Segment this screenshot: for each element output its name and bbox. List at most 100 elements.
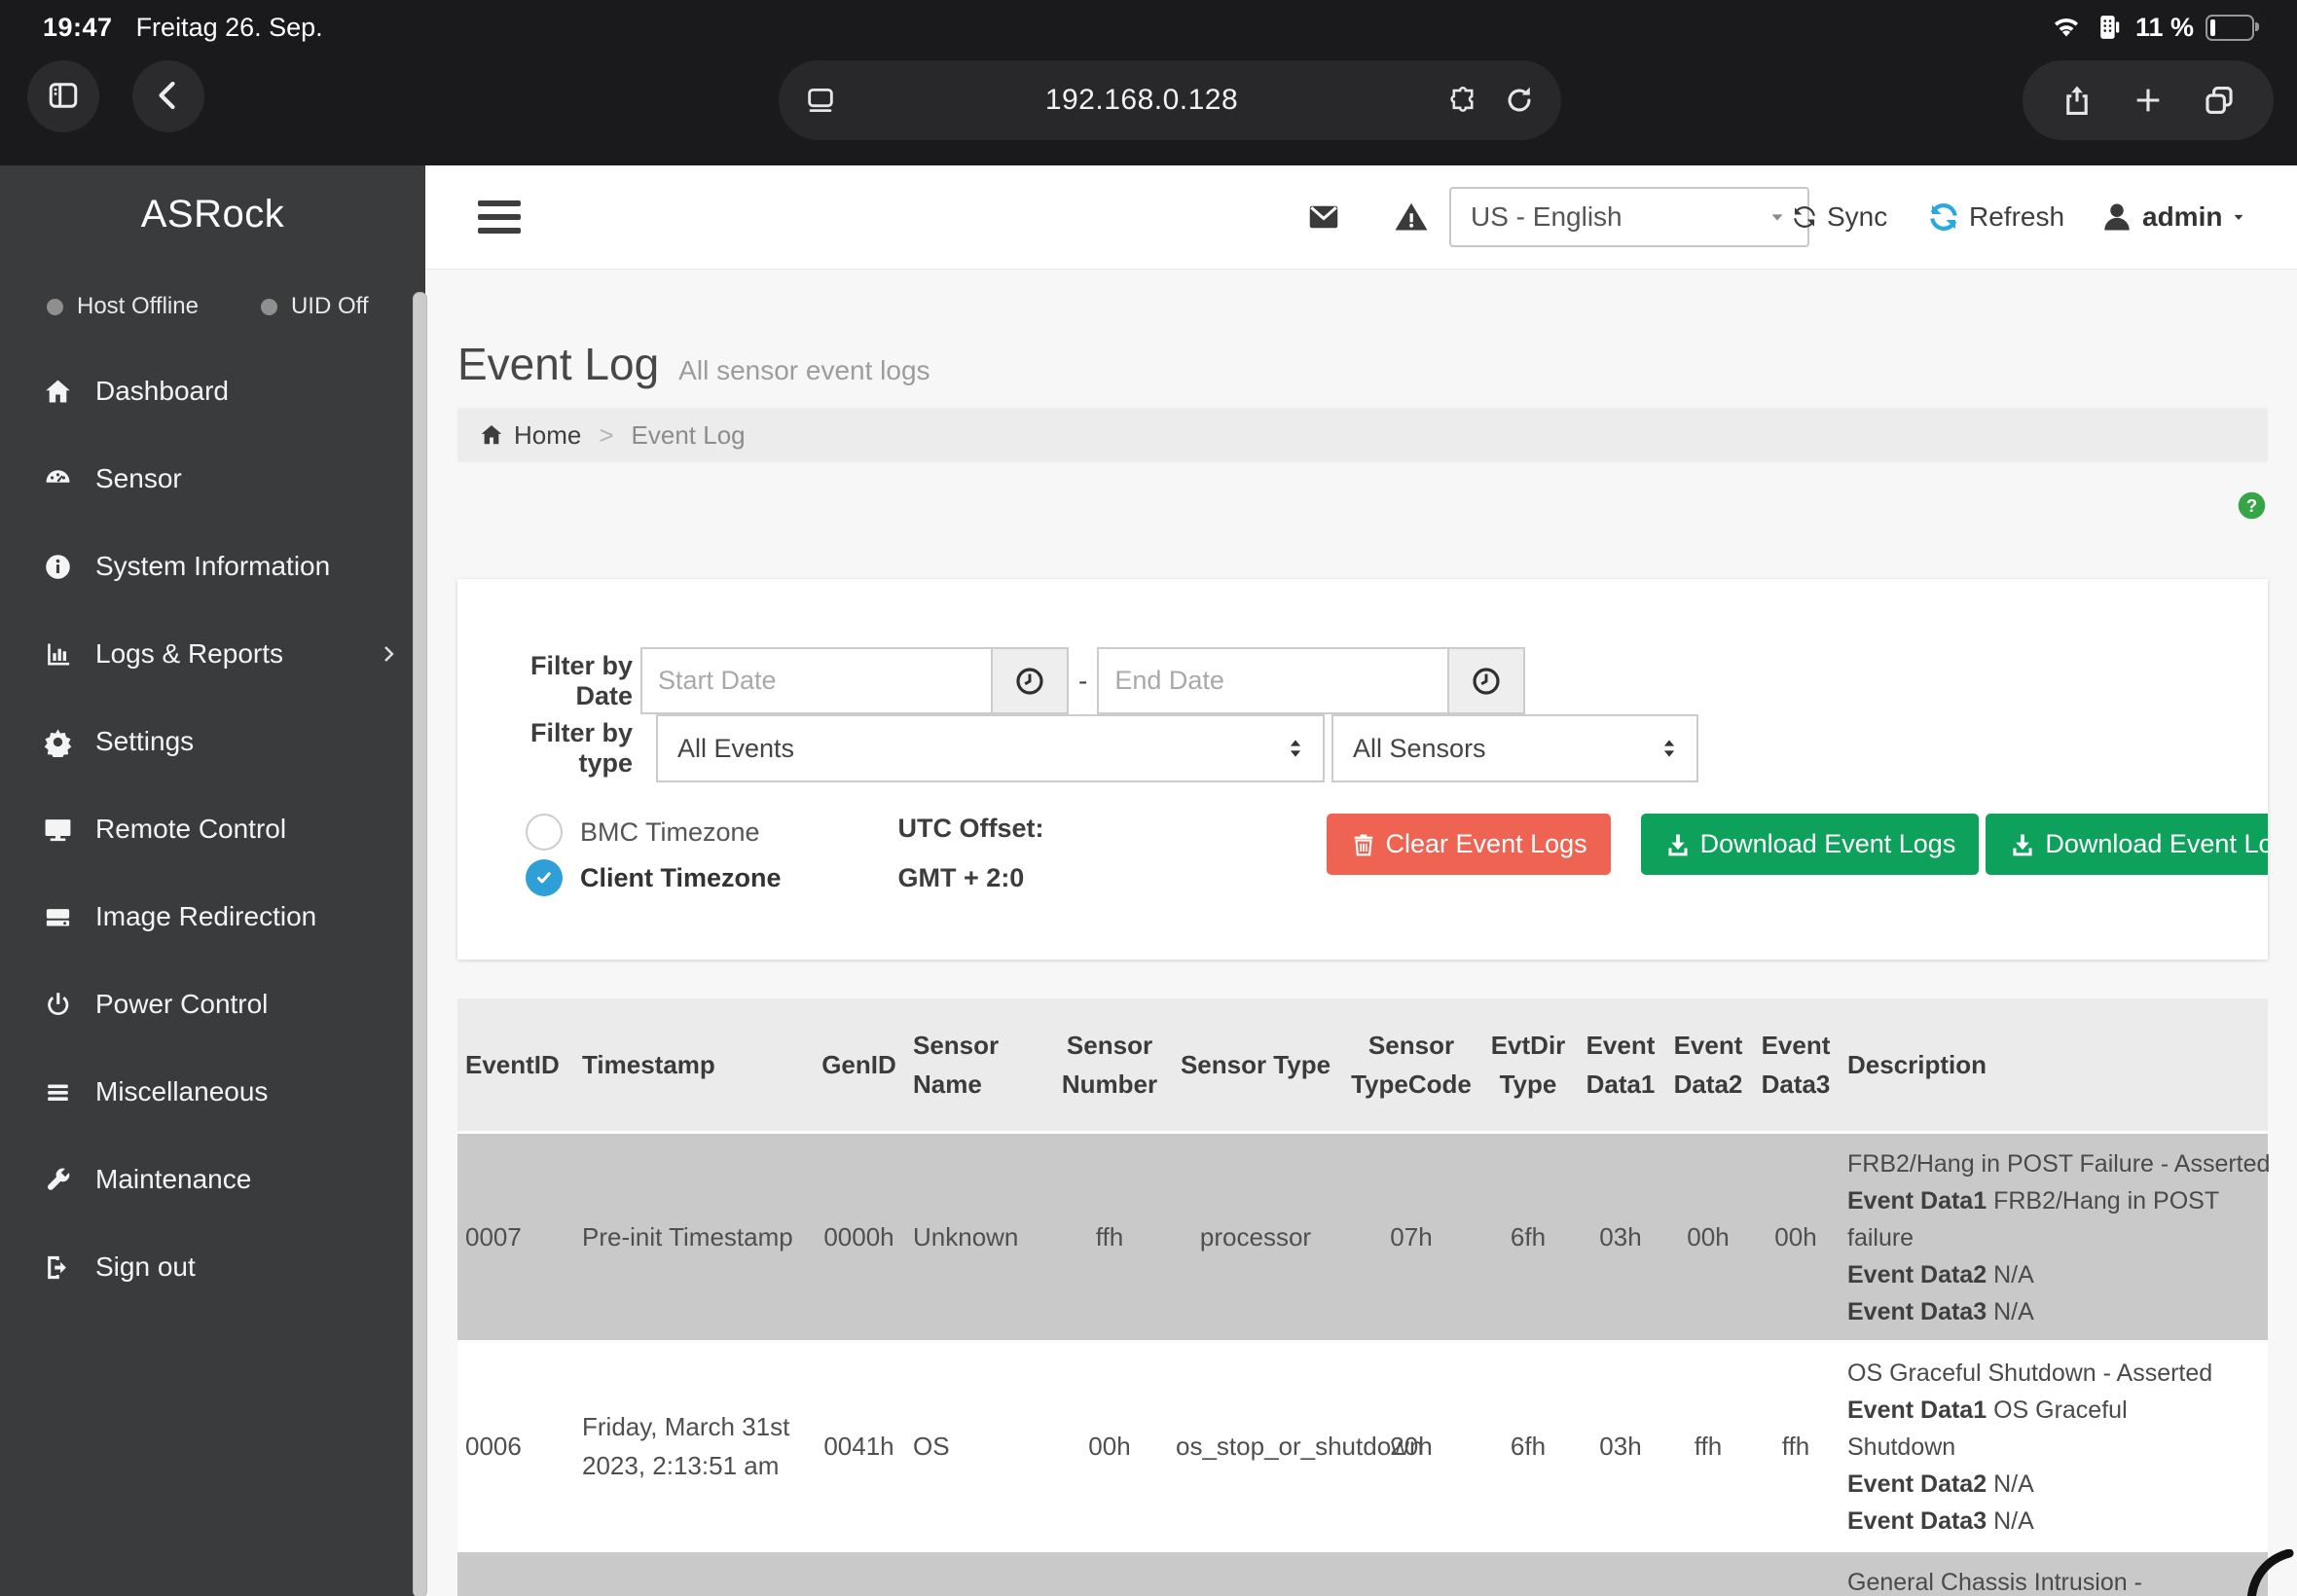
event-log-table: EventID Timestamp GenID Sensor Name Sensor N… <box>457 998 2270 1596</box>
select-arrows-icon <box>1656 735 1683 762</box>
page-title: Event Log <box>457 339 660 389</box>
radio-unchecked-icon <box>526 814 563 851</box>
language-value: US - English <box>1471 201 1622 232</box>
sidebar-item-label: System Information <box>95 551 331 581</box>
reload-icon[interactable] <box>1503 84 1536 117</box>
bmc-timezone-radio[interactable]: BMC Timezone <box>526 814 782 851</box>
breadcrumb-home[interactable]: Home <box>514 420 581 451</box>
sidebar-item-dashboard[interactable]: Dashboard <box>0 347 425 435</box>
uid-status-dot <box>260 298 277 315</box>
power-icon <box>39 990 76 1020</box>
column-header: Event Data2 <box>1664 998 1752 1133</box>
trash-icon <box>1350 831 1377 858</box>
gauge-icon <box>39 464 76 494</box>
cell-event_data3: ffh <box>1781 1432 1810 1461</box>
url-text: 192.168.0.128 <box>1044 84 1239 116</box>
sidebar-item-image-redirection[interactable]: Image Redirection <box>0 873 425 961</box>
sidebar-item-logs-reports[interactable]: Logs & Reports <box>0 610 425 698</box>
browser-chrome: 19:47 Freitag 26. Sep. 11 % 192.168.0.12… <box>0 0 2297 165</box>
end-date-input[interactable] <box>1099 649 1448 712</box>
language-select[interactable]: US - English <box>1449 187 1809 247</box>
sensor-select[interactable]: All Sensors <box>1331 714 1698 782</box>
back-button[interactable] <box>132 60 204 132</box>
cell-event_data1 <box>1577 1551 1664 1596</box>
sidebar-item-label: Sensor <box>95 463 182 493</box>
sidebar-item-power-control[interactable]: Power Control <box>0 961 425 1048</box>
cell-sensor_number: ffh <box>1095 1222 1124 1251</box>
clear-button-label: Clear Event Logs <box>1385 829 1587 858</box>
sync-button[interactable]: Sync <box>1790 201 1887 233</box>
tabs-icon[interactable] <box>2203 84 2236 117</box>
select-arrows-icon <box>1282 735 1309 762</box>
sidebar-item-label: Settings <box>95 726 195 756</box>
battery-percent: 11 % <box>2134 12 2194 42</box>
menu-toggle-icon[interactable] <box>478 200 521 234</box>
utc-offset-label: UTC Offset: <box>897 814 1044 843</box>
help-icon[interactable]: ? <box>2236 490 2268 521</box>
column-header: EvtDir Type <box>1479 998 1577 1133</box>
page-settings-icon[interactable] <box>804 84 837 117</box>
end-date-picker-button[interactable] <box>1447 649 1524 712</box>
svg-text:?: ? <box>2246 495 2257 516</box>
host-status: Host Offline <box>47 293 199 320</box>
status-date: Freitag 26. Sep. <box>135 12 323 42</box>
cell-event_id <box>457 1551 574 1596</box>
sidebar-item-sign-out[interactable]: Sign out <box>0 1223 425 1311</box>
chevron-down-icon <box>2230 208 2247 226</box>
sidebar-toggle-button[interactable] <box>27 60 99 132</box>
new-tab-icon[interactable] <box>2132 84 2165 117</box>
download-event-logs-raw-button[interactable]: Download Event Logs R <box>1986 814 2268 875</box>
sidebar-toggle-icon <box>46 78 81 116</box>
start-date-picker-button[interactable] <box>991 649 1067 712</box>
sensor-value: All Sensors <box>1353 733 1486 763</box>
filter-date-label: Filter by Date <box>529 650 633 710</box>
user-menu[interactable]: admin <box>2099 200 2247 235</box>
address-bar[interactable]: 192.168.0.128 <box>779 60 1561 140</box>
filter-panel: Filter by Date - <box>457 579 2268 960</box>
sidebar-item-maintenance[interactable]: Maintenance <box>0 1136 425 1223</box>
sidebar-item-remote-control[interactable]: Remote Control <box>0 785 425 873</box>
signout-icon <box>39 1252 76 1283</box>
share-icon[interactable] <box>2060 84 2094 117</box>
sidebar-item-settings[interactable]: Settings <box>0 698 425 785</box>
column-header: Timestamp <box>574 998 813 1133</box>
download-event-logs-button[interactable]: Download Event Logs <box>1640 814 1980 875</box>
cell-timestamp: Friday, March 31st 2023, 2:13:51 am <box>582 1412 790 1480</box>
sidebar-item-miscellaneous[interactable]: Miscellaneous <box>0 1048 425 1136</box>
cell-event_data2: 00h <box>1687 1222 1730 1251</box>
drive-icon <box>39 902 76 932</box>
extensions-icon[interactable] <box>1446 84 1479 117</box>
battery-icon <box>2206 14 2259 41</box>
chevron-down-icon <box>1767 206 1788 228</box>
download-icon <box>2009 831 2036 858</box>
start-date-group <box>640 647 1069 714</box>
brand-logo: ASRock <box>140 193 285 236</box>
sidebar-item-label: Maintenance <box>95 1164 252 1194</box>
client-timezone-radio[interactable]: Client Timezone <box>526 859 782 896</box>
sidebar-item-system-information[interactable]: System Information <box>0 523 425 610</box>
column-header: Description <box>1840 998 2268 1133</box>
table-row: 0006 Friday, March 31st 2023, 2:13:51 am 0… <box>457 1341 2268 1551</box>
refresh-button[interactable]: Refresh <box>1926 200 2064 235</box>
cell-sensor_number <box>1051 1551 1168 1596</box>
cell-event_data2 <box>1664 1551 1752 1596</box>
start-date-input[interactable] <box>642 649 991 712</box>
refresh-label: Refresh <box>1969 201 2065 232</box>
cell-event_id: 0007 <box>465 1222 522 1251</box>
event-type-select[interactable]: All Events <box>656 714 1325 782</box>
sidebar-item-sensor[interactable]: Sensor <box>0 435 425 523</box>
end-date-group <box>1097 647 1526 714</box>
cell-event_data3 <box>1752 1551 1840 1596</box>
warning-icon[interactable] <box>1394 200 1429 235</box>
gear-icon <box>39 727 76 757</box>
cell-sensor_name: Unknown <box>913 1222 1019 1251</box>
clear-event-logs-button[interactable]: Clear Event Logs <box>1326 814 1611 875</box>
scrollbar-thumb[interactable] <box>413 292 427 1596</box>
sidebar-nav: Dashboard Sensor System Information Logs & … <box>0 347 425 1311</box>
page-header: Event Log All sensor event logs <box>457 338 2268 390</box>
column-header: Sensor Number <box>1051 998 1168 1133</box>
breadcrumb-separator: > <box>599 419 614 450</box>
ipad-screen: 19:47 Freitag 26. Sep. 11 % 192.168.0.12… <box>0 0 2297 1596</box>
utc-offset: UTC Offset: GMT + 2:0 <box>898 814 1044 893</box>
mail-icon[interactable] <box>1306 200 1341 235</box>
